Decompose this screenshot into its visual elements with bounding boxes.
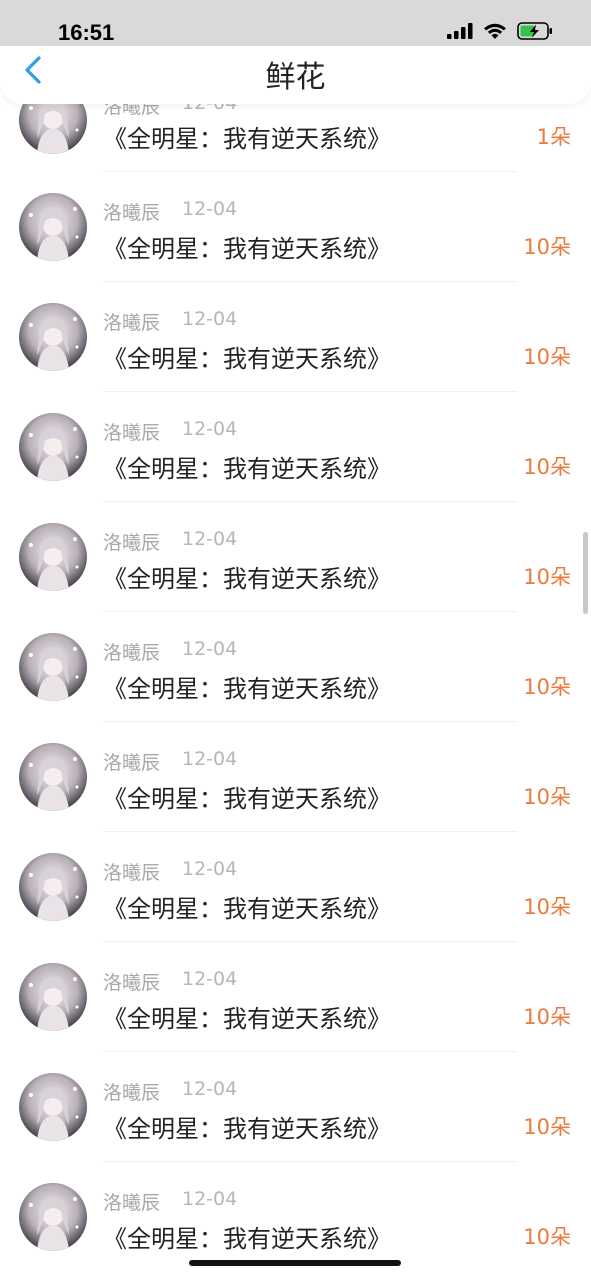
flower-amount: 10朵 (523, 455, 571, 479)
flower-amount: 10朵 (523, 1225, 571, 1249)
book-title: 《全明星：我有逆天系统》 (103, 565, 391, 593)
divider (103, 721, 517, 722)
list-item[interactable]: 洛曦辰 12-04 《全明星：我有逆天系统》 10朵 (0, 956, 591, 1066)
list-item[interactable]: 洛曦辰 12-04 《全明星：我有逆天系统》 10朵 (0, 846, 591, 956)
flower-amount: 10朵 (523, 785, 571, 809)
sender-name: 洛曦辰 (103, 1192, 161, 1214)
divider (103, 501, 517, 502)
sent-date: 12-04 (182, 1078, 238, 1100)
book-title: 《全明星：我有逆天系统》 (103, 345, 391, 373)
cellular-signal-icon (447, 23, 473, 39)
book-title: 《全明星：我有逆天系统》 (103, 1115, 391, 1143)
list-item[interactable]: 洛曦辰 12-04 《全明星：我有逆天系统》 10朵 (0, 626, 591, 736)
flower-amount: 1朵 (536, 125, 571, 149)
divider (103, 1161, 517, 1162)
sent-date: 12-04 (182, 418, 238, 440)
flower-amount: 10朵 (523, 895, 571, 919)
flower-amount: 10朵 (523, 235, 571, 259)
list-item[interactable]: 洛曦辰 12-04 《全明星：我有逆天系统》 10朵 (0, 186, 591, 296)
avatar[interactable] (19, 1073, 87, 1141)
flower-amount: 10朵 (523, 1005, 571, 1029)
screen: 洛曦辰 12-04 《全明星：我有逆天系统》 1朵 洛曦辰 12-04 《全明星… (0, 0, 591, 1280)
list-item[interactable]: 洛曦辰 12-04 《全明星：我有逆天系统》 10朵 (0, 516, 591, 626)
book-title: 《全明星：我有逆天系统》 (103, 675, 391, 703)
sender-name: 洛曦辰 (103, 972, 161, 994)
book-title: 《全明星：我有逆天系统》 (103, 785, 391, 813)
flower-amount: 10朵 (523, 1115, 571, 1139)
sent-date: 12-04 (182, 198, 238, 220)
avatar[interactable] (19, 633, 87, 701)
list-item[interactable]: 洛曦辰 12-04 《全明星：我有逆天系统》 10朵 (0, 1066, 591, 1176)
sent-date: 12-04 (182, 1188, 238, 1210)
flower-amount: 10朵 (523, 565, 571, 589)
sender-name: 洛曦辰 (103, 752, 161, 774)
wifi-icon (484, 23, 506, 39)
divider (103, 941, 517, 942)
book-title: 《全明星：我有逆天系统》 (103, 455, 391, 483)
divider (103, 831, 517, 832)
divider (103, 281, 517, 282)
avatar[interactable] (19, 303, 87, 371)
book-title: 《全明星：我有逆天系统》 (103, 895, 391, 923)
list-item[interactable]: 洛曦辰 12-04 《全明星：我有逆天系统》 10朵 (0, 406, 591, 516)
avatar[interactable] (19, 413, 87, 481)
sender-name: 洛曦辰 (103, 202, 161, 224)
list-item[interactable]: 洛曦辰 12-04 《全明星：我有逆天系统》 10朵 (0, 296, 591, 406)
flower-amount: 10朵 (523, 345, 571, 369)
divider (103, 611, 517, 612)
avatar[interactable] (19, 1183, 87, 1251)
sender-name: 洛曦辰 (103, 1082, 161, 1104)
divider (103, 1051, 517, 1052)
book-title: 《全明星：我有逆天系统》 (103, 1225, 391, 1253)
sender-name: 洛曦辰 (103, 642, 161, 664)
book-title: 《全明星：我有逆天系统》 (103, 1005, 391, 1033)
sent-date: 12-04 (182, 528, 238, 550)
sent-date: 12-04 (182, 308, 238, 330)
avatar[interactable] (19, 963, 87, 1031)
status-bar: 16:51 (0, 0, 591, 46)
status-time: 16:51 (58, 20, 115, 45)
flower-amount: 10朵 (523, 675, 571, 699)
avatar[interactable] (19, 743, 87, 811)
page-title: 鲜花 (265, 60, 326, 95)
book-title: 《全明星：我有逆天系统》 (103, 235, 391, 263)
divider (103, 171, 517, 172)
sent-date: 12-04 (182, 748, 238, 770)
home-indicator[interactable] (189, 1260, 401, 1266)
battery-charging-icon (517, 22, 552, 40)
avatar[interactable] (19, 523, 87, 591)
book-title: 《全明星：我有逆天系统》 (103, 125, 391, 153)
avatar[interactable] (19, 853, 87, 921)
sender-name: 洛曦辰 (103, 312, 161, 334)
sent-date: 12-04 (182, 968, 238, 990)
sent-date: 12-04 (182, 858, 238, 880)
scrollbar[interactable] (583, 532, 588, 614)
avatar[interactable] (19, 193, 87, 261)
sender-name: 洛曦辰 (103, 532, 161, 554)
divider (103, 391, 517, 392)
sent-date: 12-04 (182, 638, 238, 660)
list-item[interactable]: 洛曦辰 12-04 《全明星：我有逆天系统》 10朵 (0, 736, 591, 846)
sender-name: 洛曦辰 (103, 422, 161, 444)
status-icons (447, 22, 553, 40)
sender-name: 洛曦辰 (103, 862, 161, 884)
